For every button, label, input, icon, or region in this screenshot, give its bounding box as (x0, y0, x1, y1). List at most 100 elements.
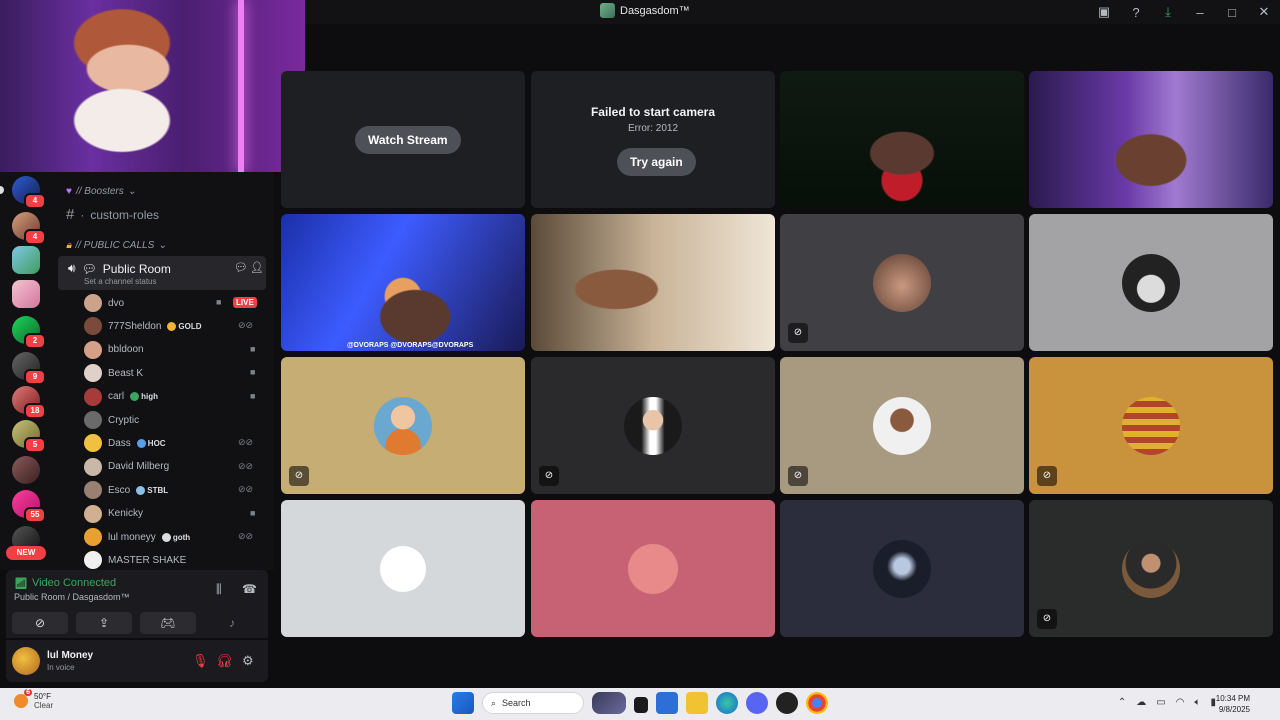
soundboard-button[interactable]: ♪ (204, 612, 260, 634)
role-label: GOLD (178, 321, 202, 331)
help-icon[interactable]: ? (1120, 5, 1152, 20)
close-button[interactable]: ✕ (1248, 4, 1280, 20)
chat-icon[interactable]: 💬︎ (234, 261, 248, 274)
tile-user-12[interactable]: ⊘ (1029, 357, 1273, 494)
voice-member[interactable]: Esco STBL (84, 480, 264, 500)
server-icon-10[interactable]: 55 (12, 490, 46, 523)
category-boosters[interactable]: ♥// Boosters ⌄ (66, 186, 136, 197)
tile-camera-error: Failed to start camera Error: 2012 Try a… (531, 71, 775, 208)
mention-badge: 2 (24, 333, 46, 349)
voice-member[interactable]: David Milberg (84, 457, 264, 477)
server-icon-4[interactable] (12, 280, 40, 308)
mic-muted-icon[interactable]: 🎙︎ (192, 653, 209, 669)
avatar (84, 317, 102, 336)
voice-member[interactable]: bbldoon (84, 340, 264, 360)
watch-stream-button[interactable]: Watch Stream (355, 126, 461, 154)
tile-stream[interactable]: Watch Stream (281, 71, 525, 208)
tile-video-6[interactable] (531, 214, 775, 351)
muted-deafened-icon: ⊘⊘ (238, 531, 254, 541)
server-icon (600, 3, 615, 18)
download-icon[interactable]: ⤓ (1152, 4, 1184, 20)
avatar (84, 551, 102, 570)
tile-user-7[interactable]: ⊘ (780, 214, 1024, 351)
deafen-icon[interactable]: 🎧︎ (216, 653, 233, 669)
member-name: dvo (108, 297, 125, 309)
muted-deafened-icon: ⊘⊘ (238, 437, 254, 448)
tile-user-8[interactable] (1029, 214, 1273, 351)
chevron-up-icon[interactable]: ⌃ (1118, 697, 1126, 708)
share-screen-button[interactable]: ⇪ (76, 612, 132, 634)
role-label: STBL (147, 485, 169, 495)
tile-video-5[interactable]: @DVORAPS @DVORAPS@DVORAPS (281, 214, 525, 351)
voice-member[interactable]: Cryptic (84, 410, 264, 430)
wifi-icon[interactable]: ◠ (1176, 697, 1185, 708)
discord-icon[interactable] (746, 692, 768, 714)
tile-user-11[interactable]: ⊘ (780, 357, 1024, 494)
app-tray-icon[interactable]: ▭ (1156, 697, 1165, 708)
channel-custom-roles[interactable]: # · custom-roles (66, 206, 159, 223)
connected-room[interactable]: Public Room / Dasgasdom™ (14, 592, 130, 602)
server-icon-2[interactable]: 4 (12, 212, 46, 245)
voice-member[interactable]: Kenicky (84, 504, 264, 524)
tile-user-14[interactable] (531, 500, 775, 637)
voice-member[interactable]: carl high (84, 387, 264, 407)
tile-user-13[interactable] (281, 500, 525, 637)
avatar (374, 397, 432, 455)
avatar (84, 340, 102, 359)
search-box[interactable]: ⌕ Search (482, 692, 584, 714)
obs-icon[interactable] (776, 692, 798, 714)
avatar (873, 540, 931, 598)
file-explorer-icon[interactable] (686, 692, 708, 714)
cloud-icon[interactable]: ☁︎ (1136, 697, 1146, 708)
voice-member[interactable]: MASTER SHAKE (84, 550, 264, 570)
new-unreads-pill[interactable]: NEW (6, 546, 46, 560)
screen-share-icon[interactable]: ▣ (1088, 4, 1120, 20)
tile-user-15[interactable] (780, 500, 1024, 637)
avatar (84, 364, 102, 383)
server-icon-3[interactable] (12, 246, 40, 274)
try-again-button[interactable]: Try again (617, 148, 696, 176)
start-button[interactable] (452, 692, 474, 714)
lock-icon: 🔒︎ (66, 240, 72, 251)
disconnect-icon[interactable]: ☎︎ (242, 582, 257, 596)
chrome-icon[interactable] (806, 692, 828, 714)
category-public-calls[interactable]: 🔒︎// PUBLIC CALLS ⌄ (66, 240, 167, 251)
clock[interactable]: 10:34 PM 9/8/2025 (1216, 693, 1250, 715)
maximize-button[interactable]: □ (1216, 5, 1248, 20)
activities-button[interactable]: 🎮︎ (140, 612, 196, 634)
server-icon-7[interactable]: 18 (12, 386, 46, 419)
gear-icon[interactable]: ⚙ (242, 653, 254, 669)
volume-icon[interactable]: 🔈︎ (1194, 697, 1200, 708)
server-icon-1[interactable]: 4 (12, 176, 46, 209)
avatar (1122, 540, 1180, 598)
add-member-icon[interactable]: 👤︎ (250, 261, 264, 274)
hash-icon: # (66, 206, 75, 223)
tile-user-9[interactable]: ⊘ (281, 357, 525, 494)
weather-widget[interactable]: 6 50°F Clear (14, 689, 53, 710)
server-icon-9[interactable] (12, 456, 40, 484)
tile-video-3[interactable] (780, 71, 1024, 208)
voice-member[interactable]: Beast K (84, 363, 264, 383)
tile-user-10[interactable]: ⊘ (531, 357, 775, 494)
server-icon-5[interactable]: 2 (12, 316, 46, 349)
task-view-icon[interactable] (634, 696, 648, 713)
voice-member[interactable]: Dass HOC (84, 433, 264, 453)
server-icon-6[interactable]: 9 (12, 352, 46, 385)
channel-status[interactable]: Set a channel status (84, 277, 157, 286)
voice-activity-icon[interactable]: ⫼ (216, 582, 222, 597)
avatar[interactable] (12, 647, 40, 675)
mention-badge: 4 (24, 229, 46, 245)
edge-icon[interactable] (716, 692, 738, 714)
tile-user-16[interactable]: ⊘ (1029, 500, 1273, 637)
member-role-tag: GOLD (167, 321, 202, 331)
voice-channel-public-room[interactable]: 🔊︎ 💬︎ Public Room Set a channel status 💬︎ … (58, 256, 266, 290)
tile-video-4[interactable] (1029, 71, 1273, 208)
voice-member[interactable]: lul moneyy goth (84, 527, 264, 547)
minimize-button[interactable]: – (1184, 5, 1216, 20)
widget-icon[interactable] (592, 692, 626, 714)
voice-member[interactable]: 777Sheldon GOLD (84, 316, 264, 336)
store-icon[interactable] (656, 692, 678, 714)
server-icon-8[interactable]: 5 (12, 420, 46, 453)
camera-toggle-button[interactable]: ⊘ (12, 612, 68, 634)
stream-watermark: @DVORAPS @DVORAPS@DVORAPS (347, 342, 474, 349)
